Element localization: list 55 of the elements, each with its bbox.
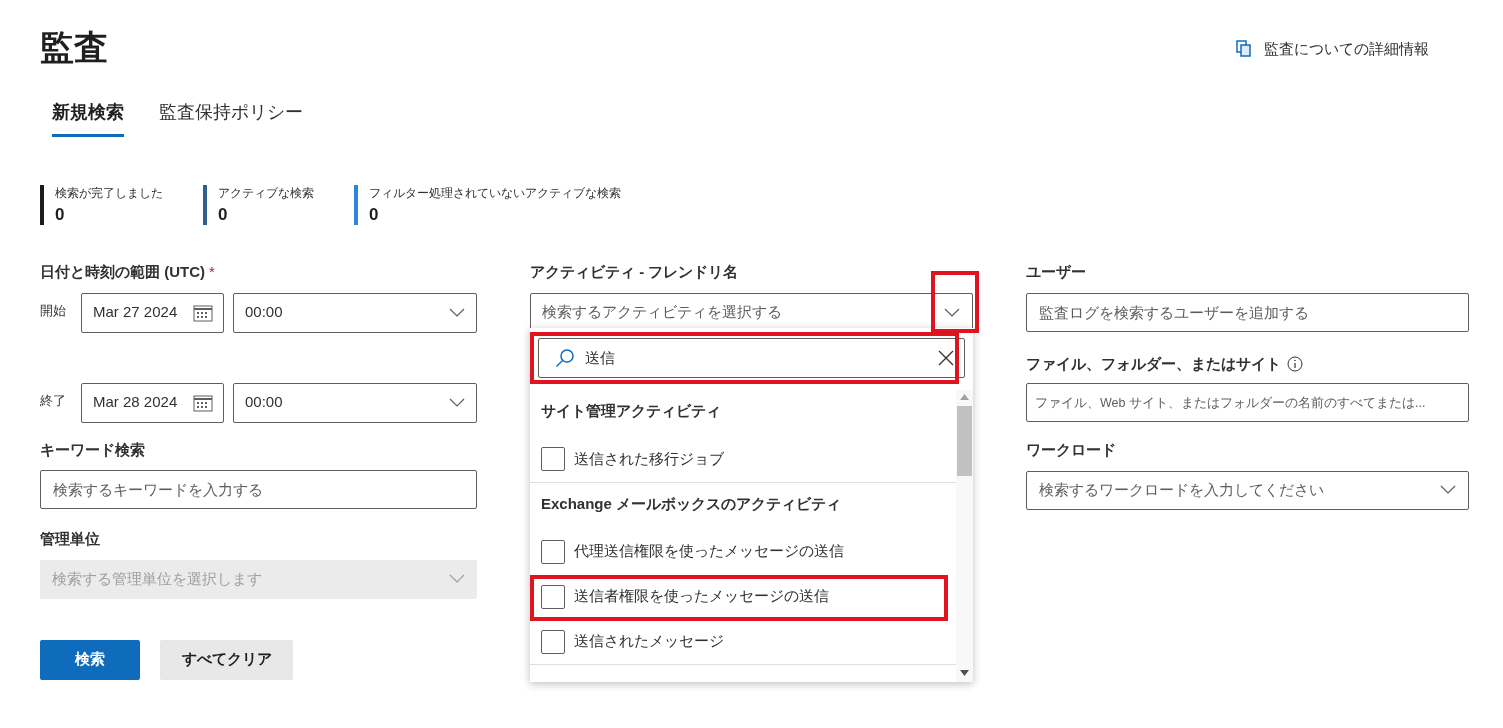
field-label: ファイル、フォルダー、またはサイト [1026, 353, 1281, 374]
time-label: 終了 [40, 391, 67, 410]
chevron-down-icon [1440, 485, 1456, 495]
stat-label: フィルター処理されていないアクティブな検索 [369, 185, 621, 201]
date-field[interactable]: Mar 28 2024 [81, 382, 224, 423]
field-label: キーワード検索 [40, 439, 146, 460]
field-label: 日付と時刻の範囲 (UTC) [40, 262, 205, 282]
checkbox[interactable] [541, 539, 565, 564]
checkbox[interactable] [541, 629, 565, 654]
group-header: サイト管理アクティビティ [540, 401, 722, 421]
chevron-down-icon [449, 397, 465, 408]
required-mark: * [209, 262, 215, 282]
time-label: 開始 [40, 301, 67, 320]
search-icon [555, 348, 575, 368]
checkbox[interactable] [541, 584, 565, 609]
field-label: 管理単位 [40, 529, 101, 549]
page-title: 監査 [40, 27, 108, 68]
chevron-down-icon [449, 307, 465, 318]
calendar-icon [193, 393, 213, 412]
time-dropdown[interactable]: 00:00 [233, 382, 477, 423]
field-label: アクティビティ - フレンドリ名 [530, 262, 740, 282]
option-label[interactable]: 送信された移行ジョブ [574, 447, 724, 471]
scrollbar[interactable] [956, 390, 973, 682]
scroll-down-icon[interactable] [960, 670, 969, 676]
search-field[interactable]: 送信 [538, 338, 965, 378]
stat-label: 検索が完了しました [55, 185, 163, 201]
option-label[interactable]: 送信者権限を使ったメッセージの送信 [574, 585, 829, 608]
stat-value: 0 [55, 204, 66, 226]
chevron-down-icon [449, 574, 465, 584]
option-label[interactable]: 送信されたメッセージ [574, 630, 724, 653]
calendar-icon [193, 303, 213, 322]
input-field[interactable]: ファイル、Web サイト、またはフォルダーの名前のすべてまたは... [1026, 383, 1469, 422]
input-field[interactable]: 検索するキーワードを入力する [40, 470, 477, 509]
group-header: Exchange メールボックスのアクティビティ [540, 493, 843, 514]
tab[interactable]: 新規検索 [52, 99, 124, 137]
date-field[interactable]: Mar 27 2024 [81, 292, 224, 333]
chevron-down-icon [944, 307, 960, 318]
time-dropdown[interactable]: 00:00 [233, 292, 477, 333]
clear-button[interactable]: すべてクリア [160, 639, 293, 680]
dropdown[interactable]: 検索するワークロードを入力してください [1026, 470, 1469, 510]
checkbox[interactable] [541, 447, 565, 471]
stat-value: 0 [369, 204, 380, 226]
stat-value: 0 [218, 204, 229, 226]
search-button[interactable]: 検索 [40, 639, 140, 680]
field-label: ワークロード [1026, 440, 1117, 460]
field-label: ユーザー [1026, 262, 1087, 282]
tab[interactable]: 監査保持ポリシー [159, 99, 303, 137]
stat-label: アクティブな検索 [218, 185, 314, 201]
info-icon[interactable] [1287, 355, 1303, 372]
close-icon[interactable] [938, 350, 954, 366]
document-icon [1236, 40, 1252, 59]
input-field[interactable]: 監査ログを検索するユーザーを追加する [1026, 292, 1469, 332]
scrollbar-thumb[interactable] [957, 406, 972, 476]
help-link[interactable]: 監査についての詳細情報 [1236, 38, 1429, 61]
option-label[interactable]: 代理送信権限を使ったメッセージの送信 [574, 540, 844, 563]
